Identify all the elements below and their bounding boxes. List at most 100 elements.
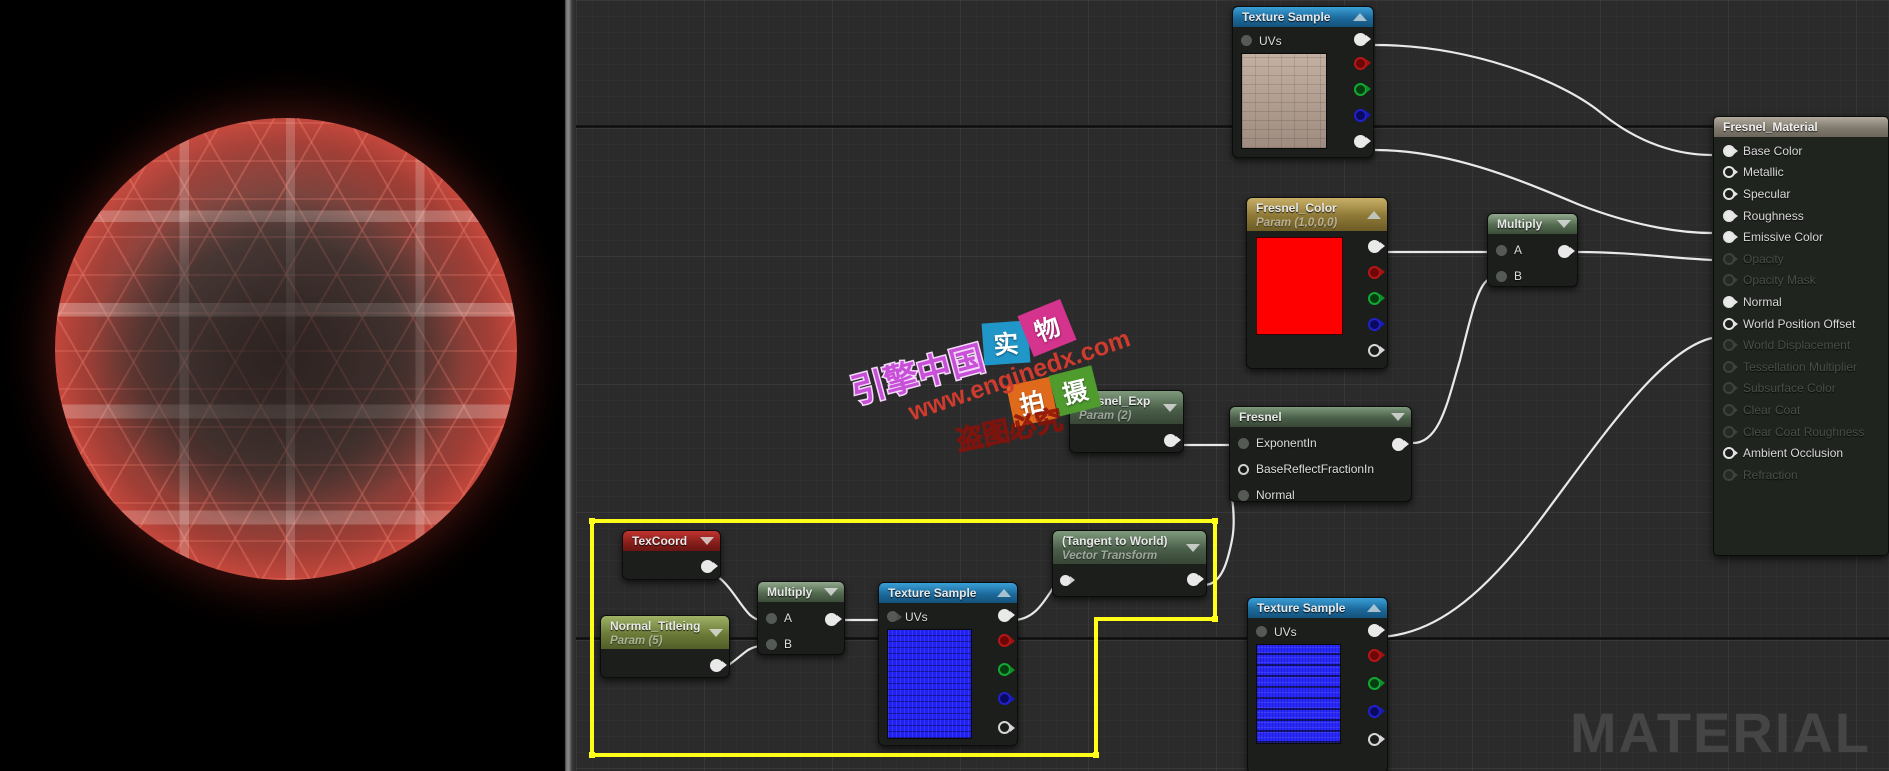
input-pin-vector[interactable] bbox=[1053, 567, 1206, 593]
chevron-up-icon[interactable] bbox=[1353, 13, 1367, 21]
output-pin-g[interactable] bbox=[1368, 291, 1381, 305]
node-fresnel[interactable]: Fresnel ExponentIn BaseReflectFractionIn… bbox=[1229, 406, 1412, 502]
node-texcoord[interactable]: TexCoord bbox=[622, 530, 721, 580]
input-pin-basereflectfractionin[interactable]: BaseReflectFractionIn bbox=[1230, 456, 1411, 482]
output-pin-rgb[interactable] bbox=[1354, 32, 1367, 46]
material-input-roughness[interactable]: Roughness bbox=[1714, 205, 1888, 227]
node-title-bar[interactable]: Fresnel bbox=[1230, 407, 1411, 427]
node-multiply-bottom[interactable]: Multiply A B bbox=[757, 581, 845, 655]
material-input-label: Clear Coat bbox=[1743, 402, 1801, 417]
node-fresnel-color[interactable]: Fresnel_Color Param (1,0,0,0) bbox=[1246, 197, 1388, 369]
input-pin-uvs[interactable]: UVs bbox=[1248, 621, 1387, 642]
pin-dot-icon bbox=[1496, 270, 1507, 282]
pin-label: UVs bbox=[1274, 624, 1297, 639]
material-input-label: Base Color bbox=[1743, 143, 1803, 158]
chevron-up-icon[interactable] bbox=[997, 589, 1011, 597]
node-title-bar[interactable]: Normal_Titleing Param (5) bbox=[601, 616, 729, 649]
viewport-splitter[interactable] bbox=[562, 0, 576, 771]
input-pin-b[interactable]: B bbox=[758, 631, 844, 657]
input-pin-uvs[interactable]: UVs bbox=[1233, 30, 1373, 51]
color-swatch[interactable] bbox=[1256, 237, 1343, 335]
input-pin-exponentin[interactable]: ExponentIn bbox=[1230, 430, 1411, 456]
output-pin-b[interactable] bbox=[1368, 704, 1381, 718]
material-editor-window: Texture Sample UVs Fresnel_Color Param (… bbox=[0, 0, 1889, 771]
pin-dot-icon bbox=[1723, 403, 1735, 416]
material-input-specular[interactable]: Specular bbox=[1714, 183, 1888, 205]
material-input-world-position-offset[interactable]: World Position Offset bbox=[1714, 313, 1888, 335]
output-pin-a[interactable] bbox=[1368, 343, 1381, 357]
node-vector-transform[interactable]: (Tangent to World) Vector Transform bbox=[1052, 530, 1207, 597]
input-pin-uvs[interactable]: UVs bbox=[879, 606, 1017, 627]
output-pin-a[interactable] bbox=[998, 721, 1011, 734]
chevron-down-icon[interactable] bbox=[1557, 220, 1571, 228]
material-input-base-color[interactable]: Base Color bbox=[1714, 140, 1888, 162]
pin-dot-icon bbox=[1241, 35, 1252, 46]
output-pin-result[interactable] bbox=[1558, 244, 1571, 258]
node-title-bar[interactable]: Multiply bbox=[758, 582, 844, 602]
output-pin-rgb[interactable] bbox=[1368, 239, 1381, 253]
pin-dot-icon bbox=[1723, 144, 1735, 157]
node-title-bar[interactable]: Fresnel_Material bbox=[1714, 117, 1888, 137]
material-preview-viewport[interactable] bbox=[0, 0, 566, 771]
chevron-down-icon[interactable] bbox=[824, 588, 838, 596]
node-texture-sample-mid[interactable]: Texture Sample UVs bbox=[878, 582, 1018, 746]
material-input-label: Tessellation Multiplier bbox=[1743, 359, 1858, 374]
output-pin-b[interactable] bbox=[1368, 317, 1381, 331]
chevron-down-icon[interactable] bbox=[1186, 543, 1200, 552]
node-texture-sample-top[interactable]: Texture Sample UVs bbox=[1232, 6, 1374, 158]
output-pin-group bbox=[1558, 240, 1571, 262]
output-pin-a[interactable] bbox=[1368, 732, 1381, 746]
chevron-down-icon[interactable] bbox=[1163, 403, 1177, 412]
node-title-bar[interactable]: Texture Sample bbox=[1233, 7, 1373, 27]
pin-dot-icon bbox=[1256, 626, 1267, 637]
output-pin-result[interactable] bbox=[710, 658, 723, 672]
material-input-label: World Displacement bbox=[1743, 338, 1851, 353]
input-pin-normal[interactable]: Normal bbox=[1230, 482, 1411, 508]
output-pin-g[interactable] bbox=[1368, 676, 1381, 690]
pin-dot-icon bbox=[1723, 231, 1735, 244]
node-texture-sample-bottom[interactable]: Texture Sample UVs bbox=[1247, 597, 1388, 771]
node-title-bar[interactable]: Texture Sample bbox=[879, 583, 1017, 603]
output-pin-uv[interactable] bbox=[701, 559, 714, 573]
chevron-up-icon[interactable] bbox=[1367, 210, 1381, 219]
output-pin-a[interactable] bbox=[1354, 134, 1367, 148]
chevron-down-icon[interactable] bbox=[1391, 413, 1405, 421]
chevron-down-icon[interactable] bbox=[709, 628, 723, 637]
node-fresnel-exp[interactable]: Fresnel_Exp Param (2) bbox=[1069, 390, 1184, 453]
material-input-world-displacement: World Displacement bbox=[1714, 334, 1888, 356]
output-pin-r[interactable] bbox=[1368, 648, 1381, 662]
output-pin-r[interactable] bbox=[1354, 56, 1367, 70]
node-title-bar[interactable]: Fresnel_Exp Param (2) bbox=[1070, 391, 1183, 424]
node-normal-tiling[interactable]: Normal_Titleing Param (5) bbox=[600, 615, 730, 678]
output-pin-result[interactable] bbox=[825, 612, 838, 626]
output-pin-g[interactable] bbox=[1354, 82, 1367, 96]
output-pin-r[interactable] bbox=[998, 634, 1011, 647]
output-pin-result[interactable] bbox=[1164, 433, 1177, 447]
chevron-down-icon[interactable] bbox=[700, 537, 714, 545]
node-multiply-top[interactable]: Multiply A B bbox=[1487, 213, 1578, 287]
node-material-output[interactable]: Fresnel_Material Base Color Metallic Specu… bbox=[1713, 116, 1889, 556]
fresnel-rim-light bbox=[55, 118, 517, 580]
node-title-bar[interactable]: (Tangent to World) Vector Transform bbox=[1053, 531, 1206, 564]
output-pin-rgb[interactable] bbox=[998, 608, 1011, 622]
chevron-up-icon[interactable] bbox=[1367, 604, 1381, 612]
material-input-label: Ambient Occlusion bbox=[1743, 446, 1844, 461]
output-pin-rgb[interactable] bbox=[1368, 623, 1381, 637]
input-pin-b[interactable]: B bbox=[1488, 263, 1577, 289]
output-pin-result[interactable] bbox=[1392, 437, 1405, 451]
node-title-bar[interactable]: Multiply bbox=[1488, 214, 1577, 234]
node-title-bar[interactable]: Texture Sample bbox=[1248, 598, 1387, 618]
node-title-bar[interactable]: Fresnel_Color Param (1,0,0,0) bbox=[1247, 198, 1387, 231]
node-title-bar[interactable]: TexCoord bbox=[623, 531, 720, 551]
material-input-emissive-color[interactable]: Emissive Color bbox=[1714, 226, 1888, 248]
output-pin-result[interactable] bbox=[1187, 572, 1200, 586]
material-input-metallic[interactable]: Metallic bbox=[1714, 162, 1888, 184]
pin-label: B bbox=[784, 637, 793, 651]
material-input-normal[interactable]: Normal bbox=[1714, 291, 1888, 313]
output-pin-r[interactable] bbox=[1368, 265, 1381, 279]
material-input-ambient-occlusion[interactable]: Ambient Occlusion bbox=[1714, 442, 1888, 464]
node-subtitle: Param (2) bbox=[1079, 410, 1132, 422]
output-pin-g[interactable] bbox=[998, 663, 1011, 676]
output-pin-b[interactable] bbox=[998, 692, 1011, 705]
output-pin-b[interactable] bbox=[1354, 108, 1367, 122]
